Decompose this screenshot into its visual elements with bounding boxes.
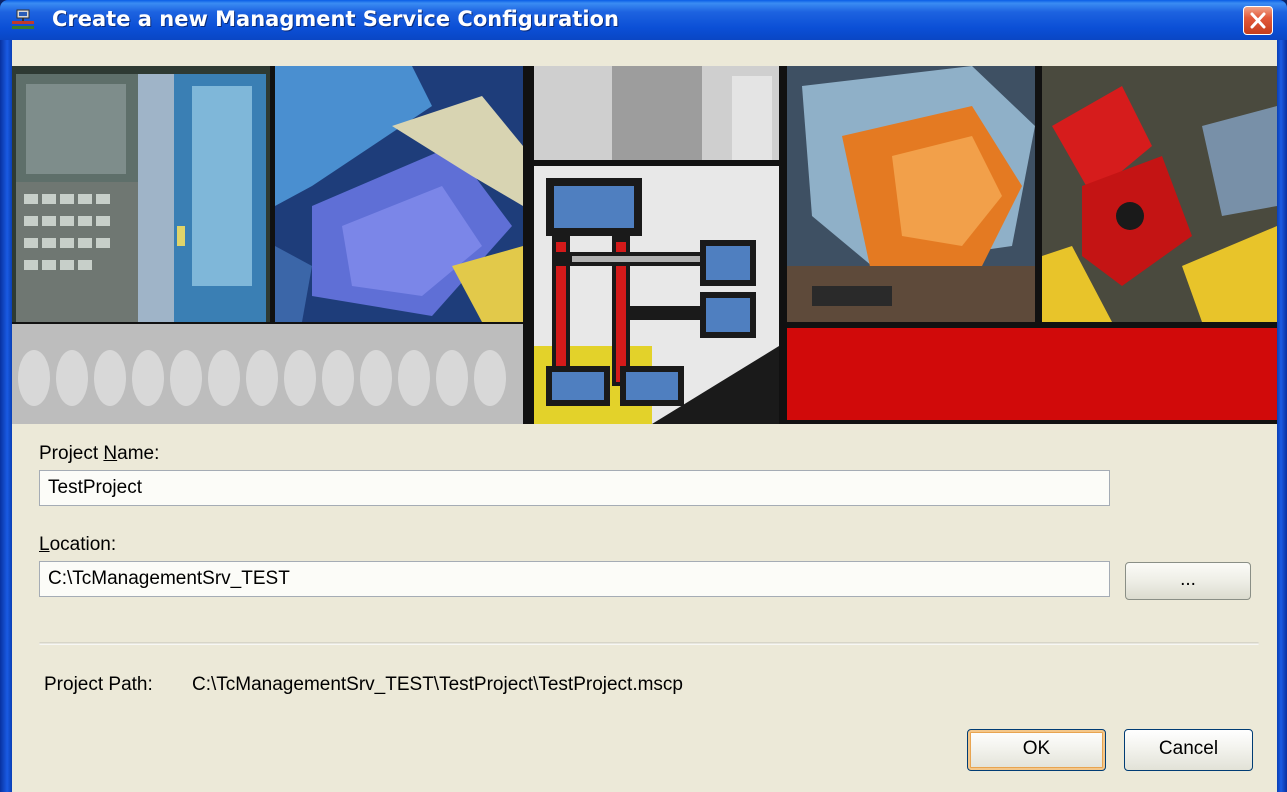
banner-panel-blue-machine	[275, 66, 523, 322]
project-path-label: Project Path:	[44, 674, 153, 695]
banner-panel-control-console	[12, 66, 270, 322]
window-title: Create a new Managment Service Configura…	[52, 7, 619, 31]
banner-panel-orange-robot	[787, 66, 1035, 322]
title-bar[interactable]: Create a new Managment Service Configura…	[0, 0, 1287, 40]
banner-red-bar	[787, 328, 1277, 420]
project-name-input[interactable]	[39, 470, 1110, 506]
dialog-window: Create a new Managment Service Configura…	[0, 0, 1287, 792]
cancel-button-label: Cancel	[1158, 738, 1219, 759]
location-input[interactable]	[39, 561, 1110, 597]
project-path-value: C:\TcManagementSrv_TEST\TestProject\Test…	[192, 674, 683, 695]
location-label: Location:	[39, 534, 117, 555]
dialog-client-area: Project Name: Location: ... Project Path…	[12, 40, 1277, 792]
project-name-label: Project Name:	[39, 443, 160, 464]
browse-button[interactable]: ...	[1125, 562, 1251, 600]
app-network-icon	[12, 9, 34, 29]
cancel-button[interactable]: Cancel	[1124, 729, 1253, 771]
window-frame-left	[0, 40, 12, 792]
banner-panel-center-top	[534, 66, 779, 160]
close-button[interactable]	[1243, 6, 1273, 35]
browse-button-label: ...	[1180, 569, 1196, 590]
banner-image	[12, 66, 1277, 424]
banner-panel-grey-strip	[12, 324, 523, 424]
banner-logo-graphic	[534, 166, 779, 424]
ok-button-label: OK	[1022, 738, 1051, 759]
banner-panel-red-machine	[1042, 66, 1277, 322]
close-icon	[1250, 12, 1266, 29]
separator	[39, 642, 1259, 645]
window-frame-right	[1277, 40, 1287, 792]
ok-button[interactable]: OK	[967, 729, 1106, 771]
